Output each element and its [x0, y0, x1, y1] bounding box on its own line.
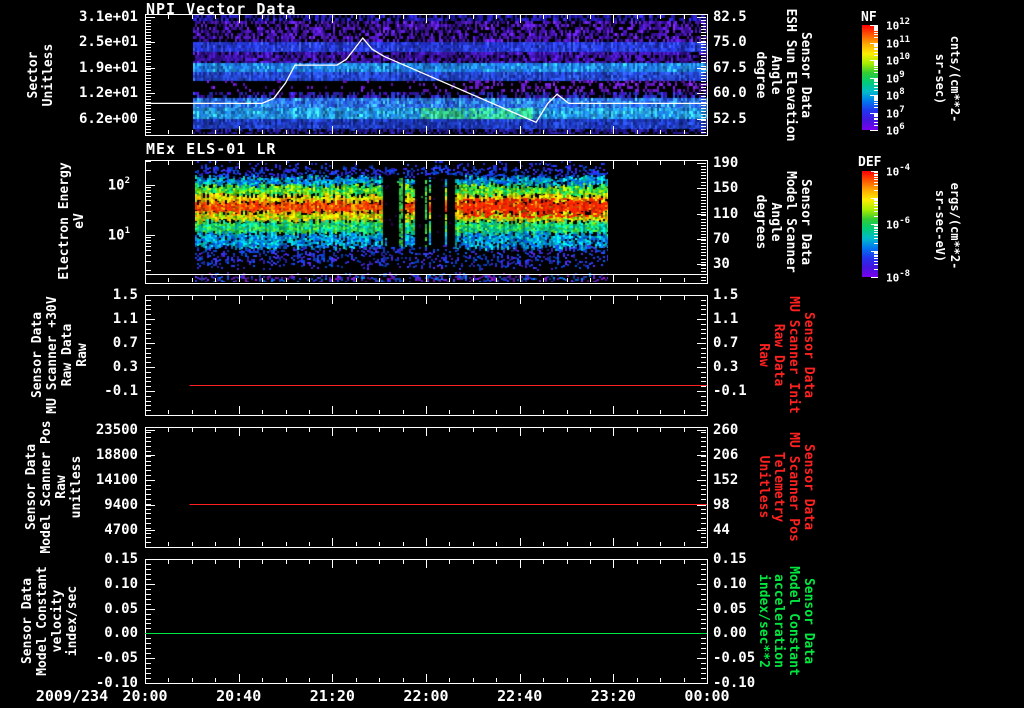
tick-label: 0.00	[104, 625, 138, 642]
tick-label: 0.15	[104, 551, 138, 567]
tick-label: 1.2e+01	[78, 85, 138, 102]
tick-label: 1012	[886, 17, 911, 33]
tick-label: 0.3	[112, 359, 138, 375]
panel5-right-axis-label: Sensor Data Model Constant acceleration …	[756, 566, 816, 676]
tick-label: 18800	[95, 447, 138, 463]
tick-label: 150	[713, 180, 739, 197]
panel3-right-axis-label: Sensor Data MU Scanner Init Raw Data Raw	[756, 296, 816, 414]
tick-label: 14100	[95, 472, 138, 488]
els-spectrogram-canvas	[195, 161, 608, 282]
tick-label: 75.0	[713, 34, 747, 51]
tick-label: 0.05	[713, 600, 747, 617]
tick-label: 70	[713, 230, 730, 247]
tick-label: 9400	[104, 497, 138, 513]
tick-label: 1.9e+01	[78, 59, 138, 76]
tick-label: 10-8	[886, 269, 911, 285]
colorbar-def	[862, 171, 878, 277]
tick-label: 1.1	[112, 311, 138, 327]
tick-label: -0.1	[713, 383, 747, 399]
tick-label: 22:00	[403, 687, 449, 705]
tick-label: 10-4	[886, 163, 911, 179]
tick-label: 106	[886, 122, 905, 138]
tick-label: 67.5	[713, 59, 747, 76]
tick-label: 0.7	[713, 335, 739, 351]
tick-label: 82.5	[713, 9, 747, 25]
tick-label: 0.7	[112, 335, 138, 351]
tick-label: 23500	[95, 422, 138, 438]
tick-label: 1010	[886, 52, 911, 68]
tick-label: 23:20	[590, 687, 636, 705]
tick-label: 1011	[886, 34, 911, 51]
figure-root: NPI Vector Data MEx ELS-01 LR Sector Uni…	[0, 0, 1024, 708]
tick-label: 109	[886, 69, 905, 86]
tick-label: 10-6	[886, 216, 911, 232]
tick-label: 30	[713, 256, 730, 273]
tick-label: 260	[713, 422, 739, 438]
colorbar-nf-unit-label: cnts/(cm**2-sr-sec)	[933, 35, 962, 123]
tick-label: 190	[713, 155, 739, 171]
tick-label: -0.05	[95, 650, 138, 667]
tick-label: 4700	[104, 522, 138, 538]
tick-label: 1.5	[713, 287, 739, 303]
npi-spectrogram-canvas	[193, 15, 707, 134]
tick-label: 3.1e+01	[78, 9, 138, 25]
tick-label: 60.0	[713, 85, 747, 102]
tick-label: 152	[713, 472, 739, 488]
tick-label: 00:00	[684, 687, 730, 705]
tick-label: 102	[107, 176, 130, 194]
tick-label: 0.00	[713, 625, 747, 642]
tick-label: 206	[713, 447, 739, 463]
tick-label: 0.15	[713, 551, 747, 567]
tick-label: 1.1	[713, 311, 739, 327]
tick-label: 108	[886, 87, 905, 103]
tick-label: 101	[107, 226, 130, 244]
tick-label: 0.10	[713, 575, 747, 592]
tick-label: -0.1	[104, 383, 138, 399]
panel2-right-axis-label: Sensor Data Model Scanner Angle degrees	[753, 171, 813, 273]
tick-label: 6.2e+00	[78, 110, 138, 127]
tick-label: 110	[713, 205, 739, 222]
panel4-right-axis-label: Sensor Data MU Scanner Pos Telemetry Uni…	[756, 432, 816, 542]
colorbar-def-title: DEF	[858, 155, 882, 170]
tick-label: 44	[713, 522, 730, 538]
tick-label: 98	[713, 497, 730, 513]
tick-label: -0.05	[713, 650, 756, 667]
tick-label: 21:20	[309, 687, 355, 705]
tick-label: 22:40	[497, 687, 543, 705]
colorbar-nf	[862, 25, 878, 130]
tick-label: 52.5	[713, 110, 747, 127]
tick-label: 2.5e+01	[78, 34, 138, 51]
colorbar-nf-title: NF	[861, 10, 877, 25]
tick-label: 0.3	[713, 359, 739, 375]
tick-label: 0.05	[104, 600, 138, 617]
tick-label: 20:40	[216, 687, 262, 705]
panel1-right-axis-label: Sensor Data ESH Sun Elevation Angle degr…	[753, 8, 813, 142]
tick-label: 107	[886, 104, 905, 121]
panel1-title: NPI Vector Data	[146, 0, 297, 18]
tick-label: 20:00	[122, 687, 168, 705]
tick-label: 1.5	[112, 287, 138, 303]
tick-label: 0.10	[104, 575, 138, 592]
colorbar-def-unit-label: ergs/(cm**2-sr-sec-eV)	[933, 182, 962, 270]
panel2-title: MEx ELS-01 LR	[146, 140, 277, 158]
